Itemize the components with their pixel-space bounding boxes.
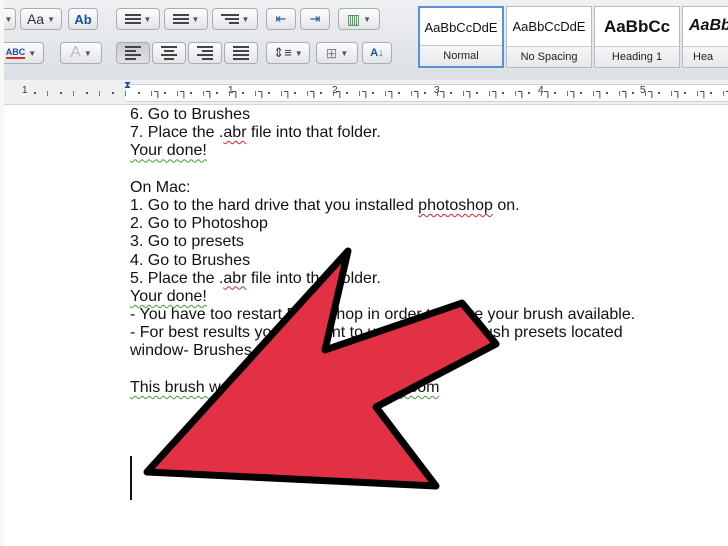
word-window: ▼ Aa ▼ Ab ▼ ▼ ▼ ⇤ ⇥ ▥ ▼ ABC ▼ A ▼ ⇕≡ ▼ ⊞… — [4, 0, 728, 546]
pointer-arrow-icon — [143, 247, 500, 490]
annotation-arrow-overlay — [143, 247, 500, 490]
